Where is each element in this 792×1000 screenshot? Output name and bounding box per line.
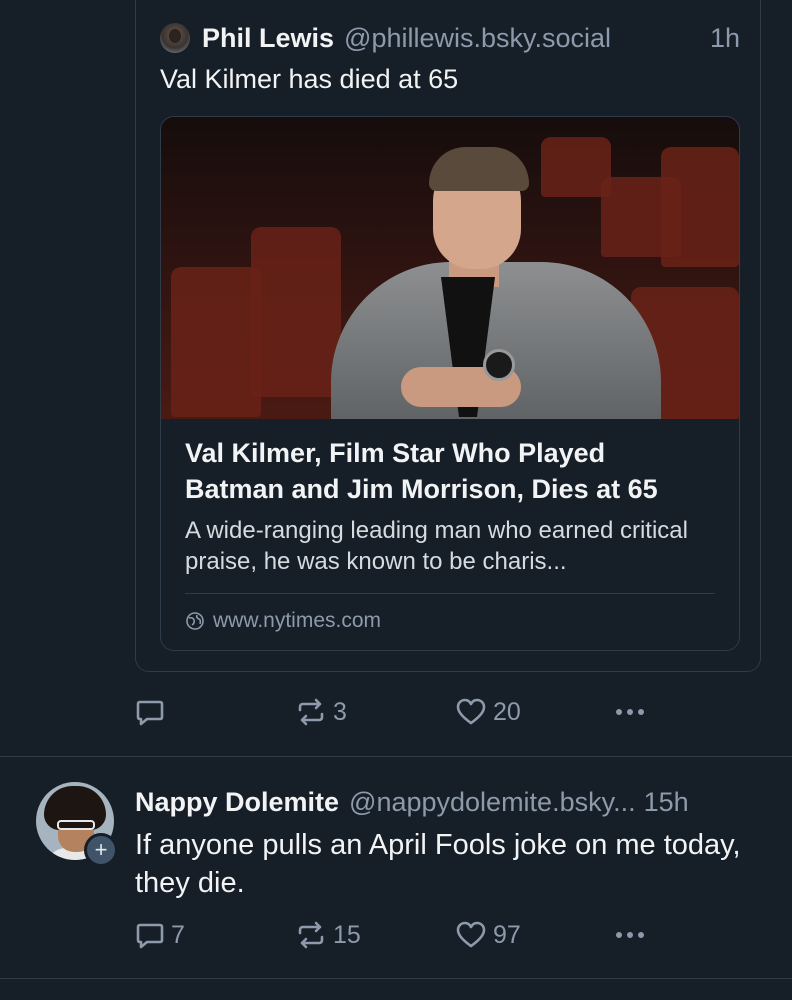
reply-button[interactable] bbox=[135, 692, 171, 732]
repost-count: 15 bbox=[333, 920, 361, 949]
more-options-button[interactable] bbox=[613, 692, 655, 732]
more-icon bbox=[616, 709, 644, 715]
post-divider bbox=[0, 978, 792, 979]
globe-icon bbox=[186, 612, 204, 630]
like-icon bbox=[456, 921, 486, 948]
like-icon bbox=[456, 698, 486, 725]
reply-icon bbox=[136, 700, 164, 726]
embed-title: Val Kilmer, Film Star Who Played Batman … bbox=[185, 438, 658, 504]
reply-button[interactable]: 7 bbox=[135, 915, 185, 955]
like-button[interactable]: 20 bbox=[455, 692, 521, 732]
embed-thumbnail-image bbox=[161, 117, 739, 419]
quote-author-name[interactable]: Phil Lewis bbox=[202, 23, 334, 54]
quote-post-text: Val Kilmer has died at 65 bbox=[160, 64, 459, 94]
post-time: 15h bbox=[643, 786, 689, 817]
repost-icon bbox=[298, 921, 324, 949]
more-icon bbox=[616, 932, 644, 938]
more-options-button[interactable] bbox=[613, 915, 655, 955]
quote-author-handle[interactable]: @phillewis.bsky.social bbox=[344, 23, 611, 54]
quote-post-header: Phil Lewis @phillewis.bsky.social bbox=[160, 18, 611, 58]
author-name[interactable]: Nappy Dolemite bbox=[135, 787, 339, 818]
embed-domain: www.nytimes.com bbox=[213, 609, 382, 632]
repost-button[interactable]: 15 bbox=[295, 915, 361, 955]
repost-button[interactable]: 3 bbox=[295, 692, 347, 732]
like-count: 97 bbox=[493, 920, 521, 949]
quote-author-avatar[interactable] bbox=[160, 23, 190, 53]
reply-icon bbox=[136, 923, 164, 949]
post-divider bbox=[0, 756, 792, 757]
like-button[interactable]: 97 bbox=[455, 915, 521, 955]
embed-divider bbox=[185, 593, 715, 594]
repost-count: 3 bbox=[333, 697, 347, 726]
reply-count: 7 bbox=[171, 920, 185, 949]
post-header: Nappy Dolemite @nappydolemite.bsky... 15… bbox=[135, 782, 689, 822]
embed-description: A wide-ranging leading man who earned cr… bbox=[185, 517, 688, 575]
author-handle[interactable]: @nappydolemite.bsky... bbox=[349, 787, 636, 818]
feed: Phil Lewis @phillewis.bsky.social 1h Val… bbox=[0, 0, 792, 1000]
follow-plus-icon[interactable]: + bbox=[84, 833, 118, 867]
post-actions-bar: 3 20 bbox=[135, 692, 695, 732]
quote-post-time: 1h bbox=[710, 23, 741, 53]
link-embed-card[interactable]: Val Kilmer, Film Star Who Played Batman … bbox=[160, 116, 740, 651]
like-count: 20 bbox=[493, 697, 521, 726]
repost-icon bbox=[298, 698, 324, 726]
post-text: If anyone pulls an April Fools joke on m… bbox=[135, 829, 741, 899]
post-actions-bar: 7 15 97 bbox=[135, 915, 695, 955]
embed-domain-row: www.nytimes.com bbox=[185, 607, 381, 635]
